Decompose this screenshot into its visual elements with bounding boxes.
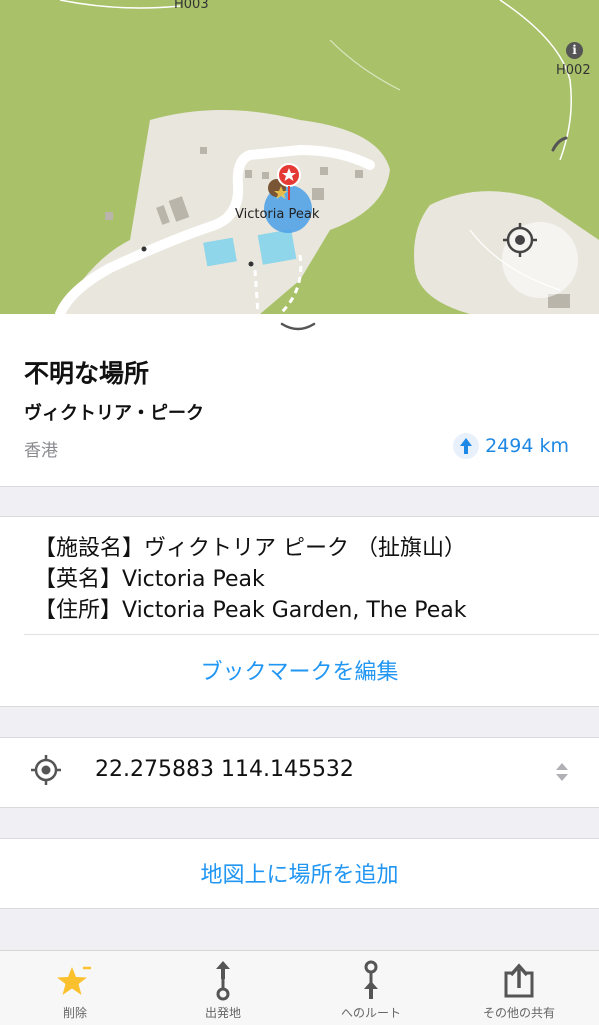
crosshair-icon (503, 223, 537, 257)
distance-indicator: 2494 km (453, 433, 569, 459)
description-line-english-name: 【英名】Victoria Peak (34, 567, 265, 592)
add-place-on-map-button[interactable]: 地図上に場所を追加 (0, 857, 599, 889)
coordinates-value[interactable]: 22.275883 114.145532 (95, 757, 354, 782)
direction-arrow-icon (453, 433, 480, 459)
description-line-address: 【住所】Victoria Peak Garden, The Peak (34, 598, 467, 623)
tab-label: へのルート (340, 1006, 401, 1020)
map-pin-label: Victoria Peak (235, 207, 320, 222)
edit-bookmark-button[interactable]: ブックマークを編集 (0, 654, 599, 686)
my-location-button[interactable] (502, 222, 578, 298)
bottom-action-bar: 削除 出発地 へのルート その他の共有 (0, 950, 599, 1025)
tab-label: その他の共有 (482, 1006, 555, 1020)
tab-share[interactable]: その他の共有 (444, 951, 594, 1025)
distance-value: 2494 km (485, 435, 569, 457)
place-title: 不明な場所 (24, 359, 150, 388)
map-label-h003: H003 (174, 0, 209, 12)
place-subtitle: ヴィクトリア・ピーク (24, 403, 204, 424)
place-region: 香港 (24, 441, 58, 461)
tab-route-from[interactable]: 出発地 (148, 951, 298, 1025)
description-line-facility: 【施設名】ヴィクトリア ピーク （扯旗山） (34, 536, 466, 561)
info-icon[interactable]: i (566, 42, 583, 59)
location-target-icon (30, 754, 62, 790)
map-label-h002: H002 (556, 63, 591, 78)
tab-delete[interactable]: 削除 (0, 951, 150, 1025)
route-to-icon (296, 959, 446, 1003)
tab-label: 削除 (62, 1006, 87, 1020)
collapse-chevron-icon[interactable] (278, 318, 318, 340)
tab-route-to[interactable]: へのルート (296, 951, 446, 1025)
map-view[interactable]: H003 H002 Victoria Peak i (0, 0, 599, 314)
tab-label: 出発地 (204, 1006, 241, 1020)
star-delete-icon (0, 959, 150, 1003)
coordinate-format-toggle-icon[interactable] (554, 762, 570, 786)
divider (24, 634, 599, 635)
share-icon (444, 959, 594, 1003)
route-start-icon (148, 959, 298, 1003)
